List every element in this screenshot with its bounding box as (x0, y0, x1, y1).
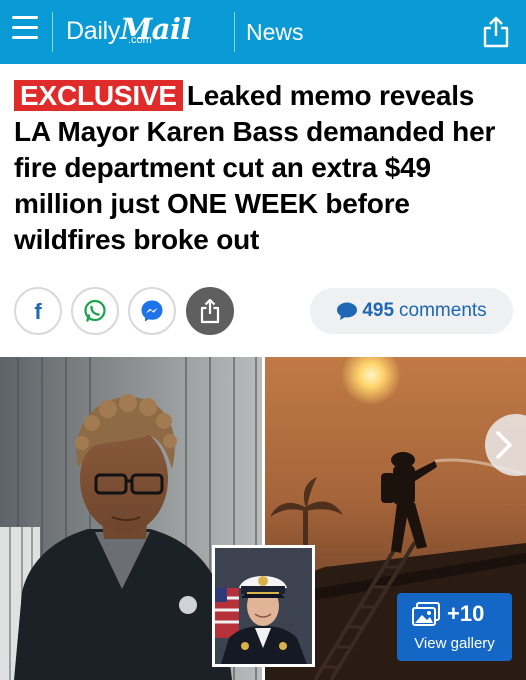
comments-count: 495 (362, 300, 395, 321)
gallery-icon (412, 602, 440, 626)
share-icon[interactable] (482, 16, 510, 48)
gallery-label: View gallery (414, 635, 495, 652)
share-icon (200, 298, 220, 324)
comment-bubble-icon (337, 302, 358, 320)
exclusive-badge: EXCLUSIVE (14, 80, 183, 111)
chevron-right-icon (496, 431, 512, 459)
gallery-count: +10 (447, 601, 485, 626)
header-divider (52, 12, 53, 52)
top-bar: DailyMail .com News (0, 0, 526, 64)
header-divider (234, 12, 235, 52)
whatsapp-icon (84, 299, 106, 322)
article-headline: EXCLUSIVE Leaked memo reveals LA Mayor Ka… (14, 78, 514, 258)
site-logo-domain: .com (128, 34, 152, 46)
svg-text:f: f (34, 300, 42, 322)
section-label[interactable]: News (246, 19, 304, 46)
more-share-button[interactable] (186, 287, 234, 335)
inset-photo-fire-chief[interactable] (212, 545, 315, 667)
hamburger-menu-icon[interactable] (12, 16, 38, 46)
messenger-share-button[interactable] (128, 287, 176, 335)
whatsapp-share-button[interactable] (71, 287, 119, 335)
messenger-icon (141, 300, 163, 322)
comments-button[interactable]: 495 comments (310, 288, 513, 334)
facebook-icon: f (34, 300, 42, 322)
view-gallery-button[interactable]: +10 View gallery (397, 593, 512, 661)
comments-label: comments (399, 300, 487, 321)
facebook-share-button[interactable]: f (14, 287, 62, 335)
